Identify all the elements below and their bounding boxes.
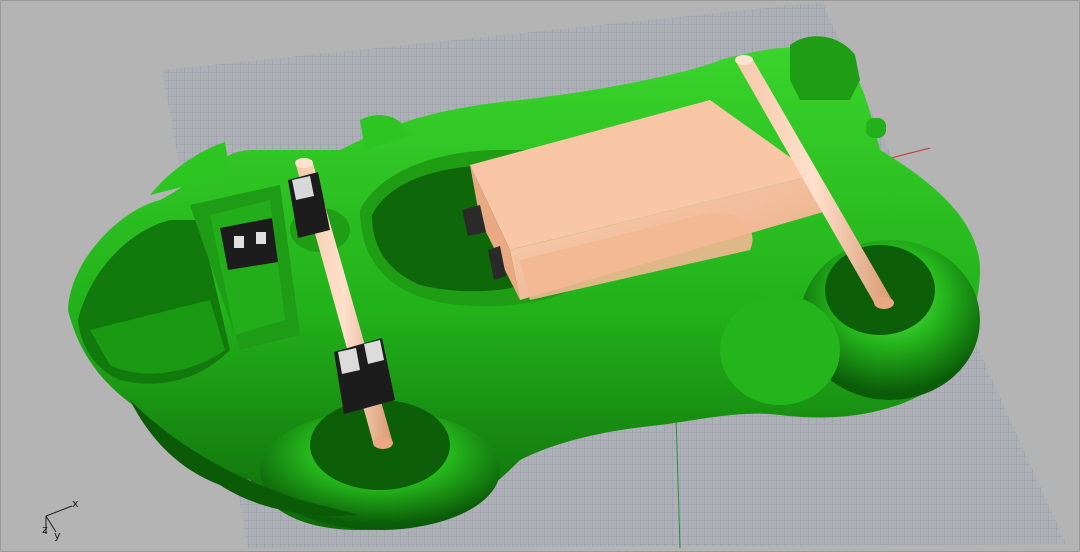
front-axle-cap xyxy=(295,158,313,168)
rear-stub xyxy=(866,118,886,138)
axis-z-label: z xyxy=(42,523,48,536)
front-axle-end xyxy=(373,437,393,449)
rear-tower xyxy=(790,36,860,100)
front-bracket-pin xyxy=(234,236,244,248)
axis-y-label: y xyxy=(54,529,61,542)
axis-orientation-widget: x z y xyxy=(38,494,88,544)
rear-axle-cap xyxy=(735,55,753,65)
rear-left-wheel-pod xyxy=(720,295,840,405)
axis-widget-lines xyxy=(45,505,73,534)
front-mount-bottom-face xyxy=(338,348,360,374)
perspective-viewport[interactable]: x z y xyxy=(0,0,1080,552)
axis-x-label: x xyxy=(72,497,79,510)
rear-axle-end xyxy=(874,297,894,309)
front-mount-top-face xyxy=(292,176,314,200)
front-bracket-pin-2 xyxy=(256,232,266,244)
viewport-scene[interactable] xyxy=(0,0,1080,552)
